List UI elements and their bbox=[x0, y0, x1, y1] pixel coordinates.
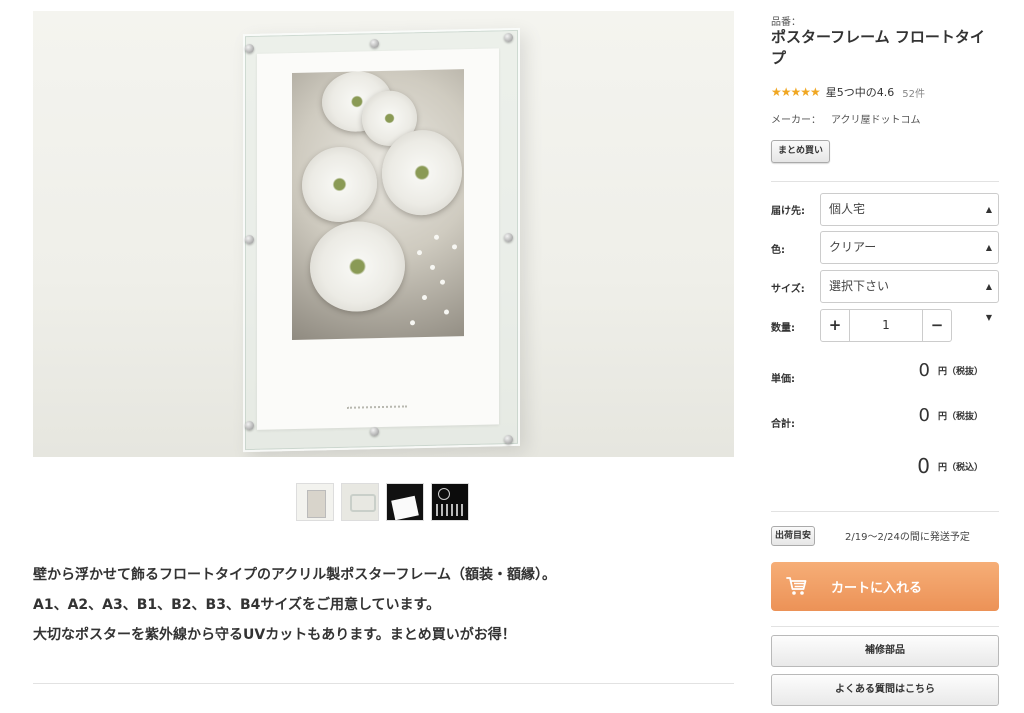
divider bbox=[771, 511, 999, 512]
unit-price-value: 0 bbox=[918, 360, 930, 381]
total-value: 0 bbox=[918, 405, 930, 426]
standoff-screw bbox=[370, 39, 379, 48]
product-panel: 品番： ポスターフレーム フロートタイプ ★★★★★ 星5つ中の4.6 52件 … bbox=[771, 0, 999, 713]
shipping-badge: 出荷目安 bbox=[771, 526, 816, 546]
babys-breath bbox=[410, 320, 415, 326]
total-price-incl-tax: 0 円（税込） bbox=[917, 454, 983, 478]
quantity-label: 数量: bbox=[771, 323, 795, 334]
select-arrows-icon: ▲▼ bbox=[985, 282, 992, 322]
thumbnail-strip bbox=[296, 483, 469, 521]
total-incl-value: 0 bbox=[917, 454, 930, 478]
babys-breath bbox=[440, 279, 445, 285]
color-label: 色: bbox=[771, 245, 785, 256]
review-count-link[interactable]: 52件 bbox=[902, 85, 925, 100]
destination-label: 届け先: bbox=[771, 206, 805, 217]
total-incl-suffix: 円（税込） bbox=[937, 462, 983, 473]
thumbnail-standoff[interactable] bbox=[341, 483, 379, 521]
destination-value: 個人宅 bbox=[829, 202, 866, 216]
product-description: 壁から浮かせて飾るフロートタイプのアクリル製ポスターフレーム（額装・額縁）。 A… bbox=[33, 560, 734, 650]
repair-parts-button[interactable]: 補修部品 bbox=[771, 635, 999, 667]
standoff-screw bbox=[504, 435, 513, 444]
total-price: 0 円（税抜） bbox=[919, 405, 983, 426]
poster-caption-line bbox=[347, 405, 407, 409]
poster-mat bbox=[257, 48, 499, 430]
maker-label: メーカー： bbox=[771, 115, 821, 126]
faq-button[interactable]: よくある質問はこちら bbox=[771, 674, 999, 706]
babys-breath bbox=[430, 264, 435, 270]
babys-breath bbox=[422, 294, 427, 301]
add-to-cart-label: カートに入れる bbox=[831, 581, 923, 596]
total-suffix: 円（税抜） bbox=[937, 412, 983, 422]
size-label: サイズ: bbox=[771, 284, 805, 295]
standoff-screw bbox=[504, 233, 513, 242]
quantity-minus-button[interactable]: − bbox=[922, 310, 951, 341]
flower-3 bbox=[382, 129, 462, 216]
unit-price-label: 単価: bbox=[771, 374, 795, 385]
thumbnail-parts[interactable] bbox=[431, 483, 469, 521]
quantity-plus-button[interactable]: + bbox=[821, 310, 850, 341]
flower-5 bbox=[310, 220, 405, 313]
babys-breath bbox=[434, 234, 439, 240]
divider bbox=[33, 683, 734, 684]
poster-photo bbox=[292, 69, 464, 341]
thumbnail-front[interactable] bbox=[296, 483, 334, 521]
size-value: 選択下さい bbox=[829, 279, 890, 293]
color-value: クリアー bbox=[829, 240, 877, 254]
divider bbox=[771, 181, 999, 182]
thumbnail-black[interactable] bbox=[386, 483, 424, 521]
unit-price: 0 円（税抜） bbox=[919, 360, 983, 381]
description-line: A1、A2、A3、B1、B2、B3、B4サイズをご用意しています。 bbox=[33, 597, 441, 613]
total-label: 合計: bbox=[771, 419, 795, 430]
maker-row: メーカー： アクリ屋ドットコム bbox=[771, 111, 921, 126]
main-product-image[interactable] bbox=[33, 11, 734, 457]
rating-row: ★★★★★ 星5つ中の4.6 52件 bbox=[771, 84, 925, 100]
color-select[interactable]: クリアー ▲▼ bbox=[820, 231, 999, 283]
sku-label: 品番： bbox=[771, 17, 801, 28]
standoff-screw bbox=[245, 421, 254, 430]
product-title: ポスターフレーム フロートタイプ bbox=[771, 28, 985, 67]
acrylic-panel bbox=[243, 27, 520, 453]
shipping-estimate: 2/19〜2/24の間に発送予定 bbox=[845, 532, 970, 543]
babys-breath bbox=[417, 250, 422, 256]
size-select[interactable]: 選択下さい ▲ ▼ bbox=[820, 270, 999, 322]
quantity-stepper: + 1 − bbox=[820, 309, 952, 342]
bulk-buy-badge[interactable]: まとめ買い bbox=[771, 140, 831, 163]
unit-price-suffix: 円（税抜） bbox=[937, 367, 983, 377]
standoff-screw bbox=[370, 427, 379, 436]
standoff-screw bbox=[504, 33, 513, 42]
quantity-input[interactable]: 1 bbox=[850, 310, 922, 341]
destination-select[interactable]: 個人宅 ▲▼ bbox=[820, 193, 999, 245]
maker-name: アクリ屋ドットコム bbox=[831, 115, 921, 126]
flower-4 bbox=[302, 146, 377, 223]
babys-breath bbox=[452, 244, 457, 250]
divider bbox=[771, 626, 999, 627]
standoff-screw bbox=[245, 44, 254, 53]
cart-icon bbox=[786, 577, 807, 595]
standoff-screw bbox=[245, 235, 254, 244]
star-rating-icon: ★★★★★ bbox=[771, 85, 821, 99]
babys-breath bbox=[444, 309, 449, 315]
description-line: 壁から浮かせて飾るフロートタイプのアクリル製ポスターフレーム（額装・額縁）。 bbox=[33, 567, 557, 583]
rating-text[interactable]: 星5つ中の4.6 bbox=[826, 84, 895, 100]
add-to-cart-button[interactable]: カートに入れる bbox=[771, 562, 999, 611]
description-line: 大切なポスターを紫外線から守るUVカットもあります。まとめ買いがお得！ bbox=[33, 627, 516, 643]
